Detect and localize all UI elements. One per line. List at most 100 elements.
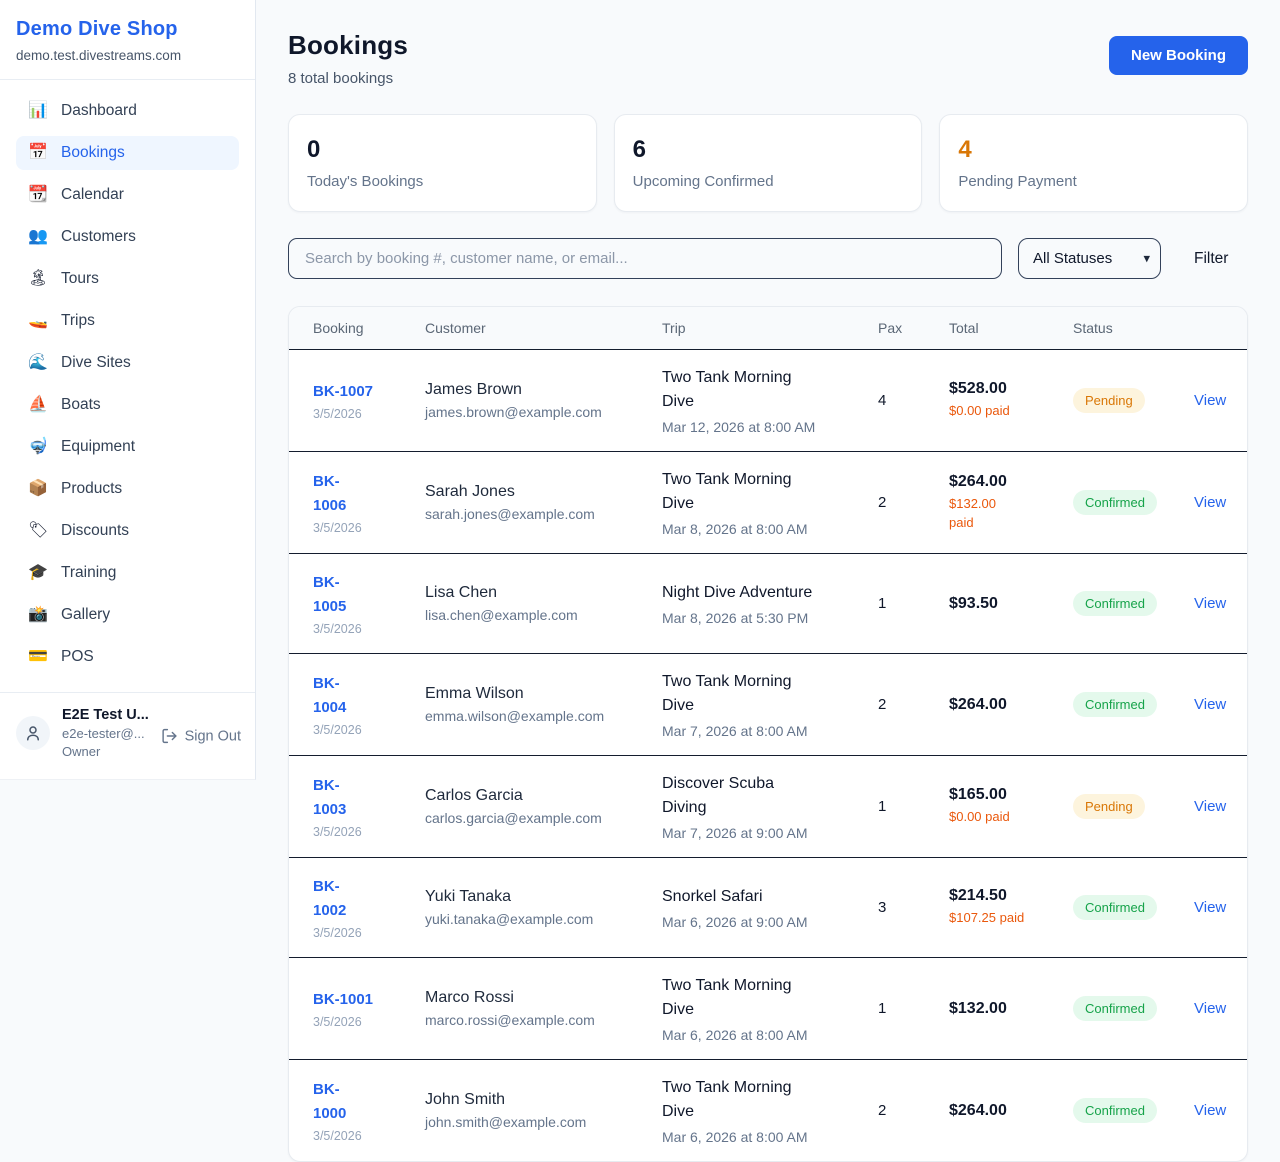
trip-cell: Two Tank Morning Dive Mar 12, 2026 at 8:… — [662, 350, 878, 451]
user-meta: E2E Test U... e2e-tester@... Owner — [62, 707, 149, 759]
sidebar-item-discounts[interactable]: 🏷 Discounts — [16, 514, 239, 548]
page-subtitle: 8 total bookings — [288, 70, 408, 87]
user-role: Owner — [62, 744, 149, 759]
booking-id-link[interactable]: BK- 1003 — [313, 774, 346, 821]
booking-id-link[interactable]: BK- 1000 — [313, 1078, 346, 1125]
status-cell: Confirmed — [1073, 575, 1194, 632]
trip-name: Discover Scuba Diving — [662, 772, 868, 820]
view-link[interactable]: View — [1194, 392, 1226, 409]
customer-name: Emma Wilson — [425, 685, 652, 703]
stat-card-pending-payment: 4Pending Payment — [939, 114, 1248, 212]
status-select-wrap: All Statuses ▾ — [1018, 238, 1161, 279]
sidebar-nav: 📊 Dashboard 📅 Bookings 📆 Calendar 👥 Cust… — [0, 80, 255, 692]
view-cell: View — [1194, 1086, 1247, 1135]
booking-date: 3/5/2026 — [313, 1015, 415, 1029]
stats-row: 0Today's Bookings6Upcoming Confirmed4Pen… — [288, 114, 1248, 212]
new-booking-button[interactable]: New Booking — [1109, 36, 1248, 75]
pax-cell: 2 — [878, 478, 949, 527]
customer-email: carlos.garcia@example.com — [425, 810, 652, 826]
view-link[interactable]: View — [1194, 696, 1226, 713]
trip-name: Two Tank Morning Dive — [662, 1076, 868, 1124]
search-input[interactable] — [288, 238, 1002, 279]
view-link[interactable]: View — [1194, 798, 1226, 815]
diving-mask-icon: 🤿 — [28, 439, 48, 455]
table-header-row: BookingCustomerTripPaxTotalStatus — [289, 307, 1247, 350]
view-cell: View — [1194, 883, 1247, 932]
sidebar-item-tours[interactable]: 🏝 Tours — [16, 262, 239, 296]
pax-cell: 1 — [878, 782, 949, 831]
total-cell: $264.00 — [949, 680, 1073, 730]
pax-cell: 1 — [878, 984, 949, 1033]
tag-icon: 🏷 — [28, 523, 48, 539]
status-filter-select[interactable]: All Statuses — [1018, 238, 1161, 279]
total-cell: $528.00 $0.00 paid — [949, 364, 1073, 437]
status-cell: Confirmed — [1073, 980, 1194, 1037]
calendar-date-icon: 📅 — [28, 145, 48, 161]
sidebar-item-bookings[interactable]: 📅 Bookings — [16, 136, 239, 170]
sidebar-item-equipment[interactable]: 🤿 Equipment — [16, 430, 239, 464]
view-link[interactable]: View — [1194, 1000, 1226, 1017]
pax-cell: 1 — [878, 579, 949, 628]
status-cell: Confirmed — [1073, 474, 1194, 531]
customer-email: james.brown@example.com — [425, 404, 652, 420]
page-title-block: Bookings 8 total bookings — [288, 30, 408, 87]
view-link[interactable]: View — [1194, 595, 1226, 612]
customer-cell: Emma Wilson emma.wilson@example.com — [425, 669, 662, 740]
status-cell: Pending — [1073, 778, 1194, 835]
booking-id-link[interactable]: BK-1007 — [313, 380, 373, 403]
column-header-trip: Trip — [662, 307, 878, 349]
booking-id-link[interactable]: BK- 1004 — [313, 672, 346, 719]
booking-id-link[interactable]: BK- 1006 — [313, 470, 346, 517]
booking-cell: BK- 1000 3/5/2026 — [313, 1062, 425, 1159]
sidebar-item-calendar[interactable]: 📆 Calendar — [16, 178, 239, 212]
booking-date: 3/5/2026 — [313, 622, 415, 636]
trip-cell: Two Tank Morning Dive Mar 6, 2026 at 8:0… — [662, 1060, 878, 1161]
sidebar-item-customers[interactable]: 👥 Customers — [16, 220, 239, 254]
booking-cell: BK-1001 3/5/2026 — [313, 972, 425, 1045]
view-link[interactable]: View — [1194, 899, 1226, 916]
sidebar-item-gallery[interactable]: 📸 Gallery — [16, 598, 239, 632]
table-row: BK- 1004 3/5/2026 Emma Wilson emma.wilso… — [289, 654, 1247, 756]
sidebar-item-dashboard[interactable]: 📊 Dashboard — [16, 94, 239, 128]
booking-date: 3/5/2026 — [313, 825, 415, 839]
trip-name: Two Tank Morning Dive — [662, 670, 868, 718]
booking-id-link[interactable]: BK- 1005 — [313, 571, 346, 618]
sidebar-item-products[interactable]: 📦 Products — [16, 472, 239, 506]
pax-cell: 3 — [878, 883, 949, 932]
view-cell: View — [1194, 478, 1247, 527]
customer-name: Marco Rossi — [425, 989, 652, 1007]
booking-id-link[interactable]: BK-1001 — [313, 988, 373, 1011]
sign-out-button[interactable]: Sign Out — [161, 728, 241, 745]
sidebar-item-pos[interactable]: 💳 POS — [16, 640, 239, 674]
trip-cell: Two Tank Morning Dive Mar 8, 2026 at 8:0… — [662, 452, 878, 553]
filter-button[interactable]: Filter — [1194, 250, 1228, 268]
sidebar-item-training[interactable]: 🎓 Training — [16, 556, 239, 590]
booking-id-link[interactable]: BK- 1002 — [313, 875, 346, 922]
sidebar-item-dive-sites[interactable]: 🌊 Dive Sites — [16, 346, 239, 380]
view-link[interactable]: View — [1194, 494, 1226, 511]
booking-cell: BK-1007 3/5/2026 — [313, 364, 425, 437]
sidebar: Demo Dive Shop demo.test.divestreams.com… — [0, 0, 256, 780]
trip-cell: Snorkel Safari Mar 6, 2026 at 9:00 AM — [662, 869, 878, 946]
view-cell: View — [1194, 680, 1247, 729]
status-badge: Pending — [1073, 388, 1145, 413]
status-badge: Confirmed — [1073, 895, 1157, 920]
table-row: BK- 1000 3/5/2026 John Smith john.smith@… — [289, 1060, 1247, 1161]
total-amount: $264.00 — [949, 696, 1063, 714]
sidebar-item-trips[interactable]: 🚤 Trips — [16, 304, 239, 338]
page-header: Bookings 8 total bookings New Booking — [288, 30, 1248, 87]
filter-row: All Statuses ▾ Filter — [288, 238, 1248, 279]
trip-cell: Two Tank Morning Dive Mar 7, 2026 at 8:0… — [662, 654, 878, 755]
booking-date: 3/5/2026 — [313, 926, 415, 940]
booking-date: 3/5/2026 — [313, 407, 415, 421]
view-cell: View — [1194, 579, 1247, 628]
sidebar-item-boats[interactable]: ⛵ Boats — [16, 388, 239, 422]
trip-cell: Discover Scuba Diving Mar 7, 2026 at 9:0… — [662, 756, 878, 857]
table-row: BK- 1005 3/5/2026 Lisa Chen lisa.chen@ex… — [289, 554, 1247, 654]
total-amount: $214.50 — [949, 887, 1063, 905]
view-link[interactable]: View — [1194, 1102, 1226, 1119]
trip-datetime: Mar 6, 2026 at 8:00 AM — [662, 1027, 868, 1043]
total-cell: $93.50 — [949, 579, 1073, 629]
customer-name: Carlos Garcia — [425, 787, 652, 805]
column-header-pax: Pax — [878, 307, 949, 349]
